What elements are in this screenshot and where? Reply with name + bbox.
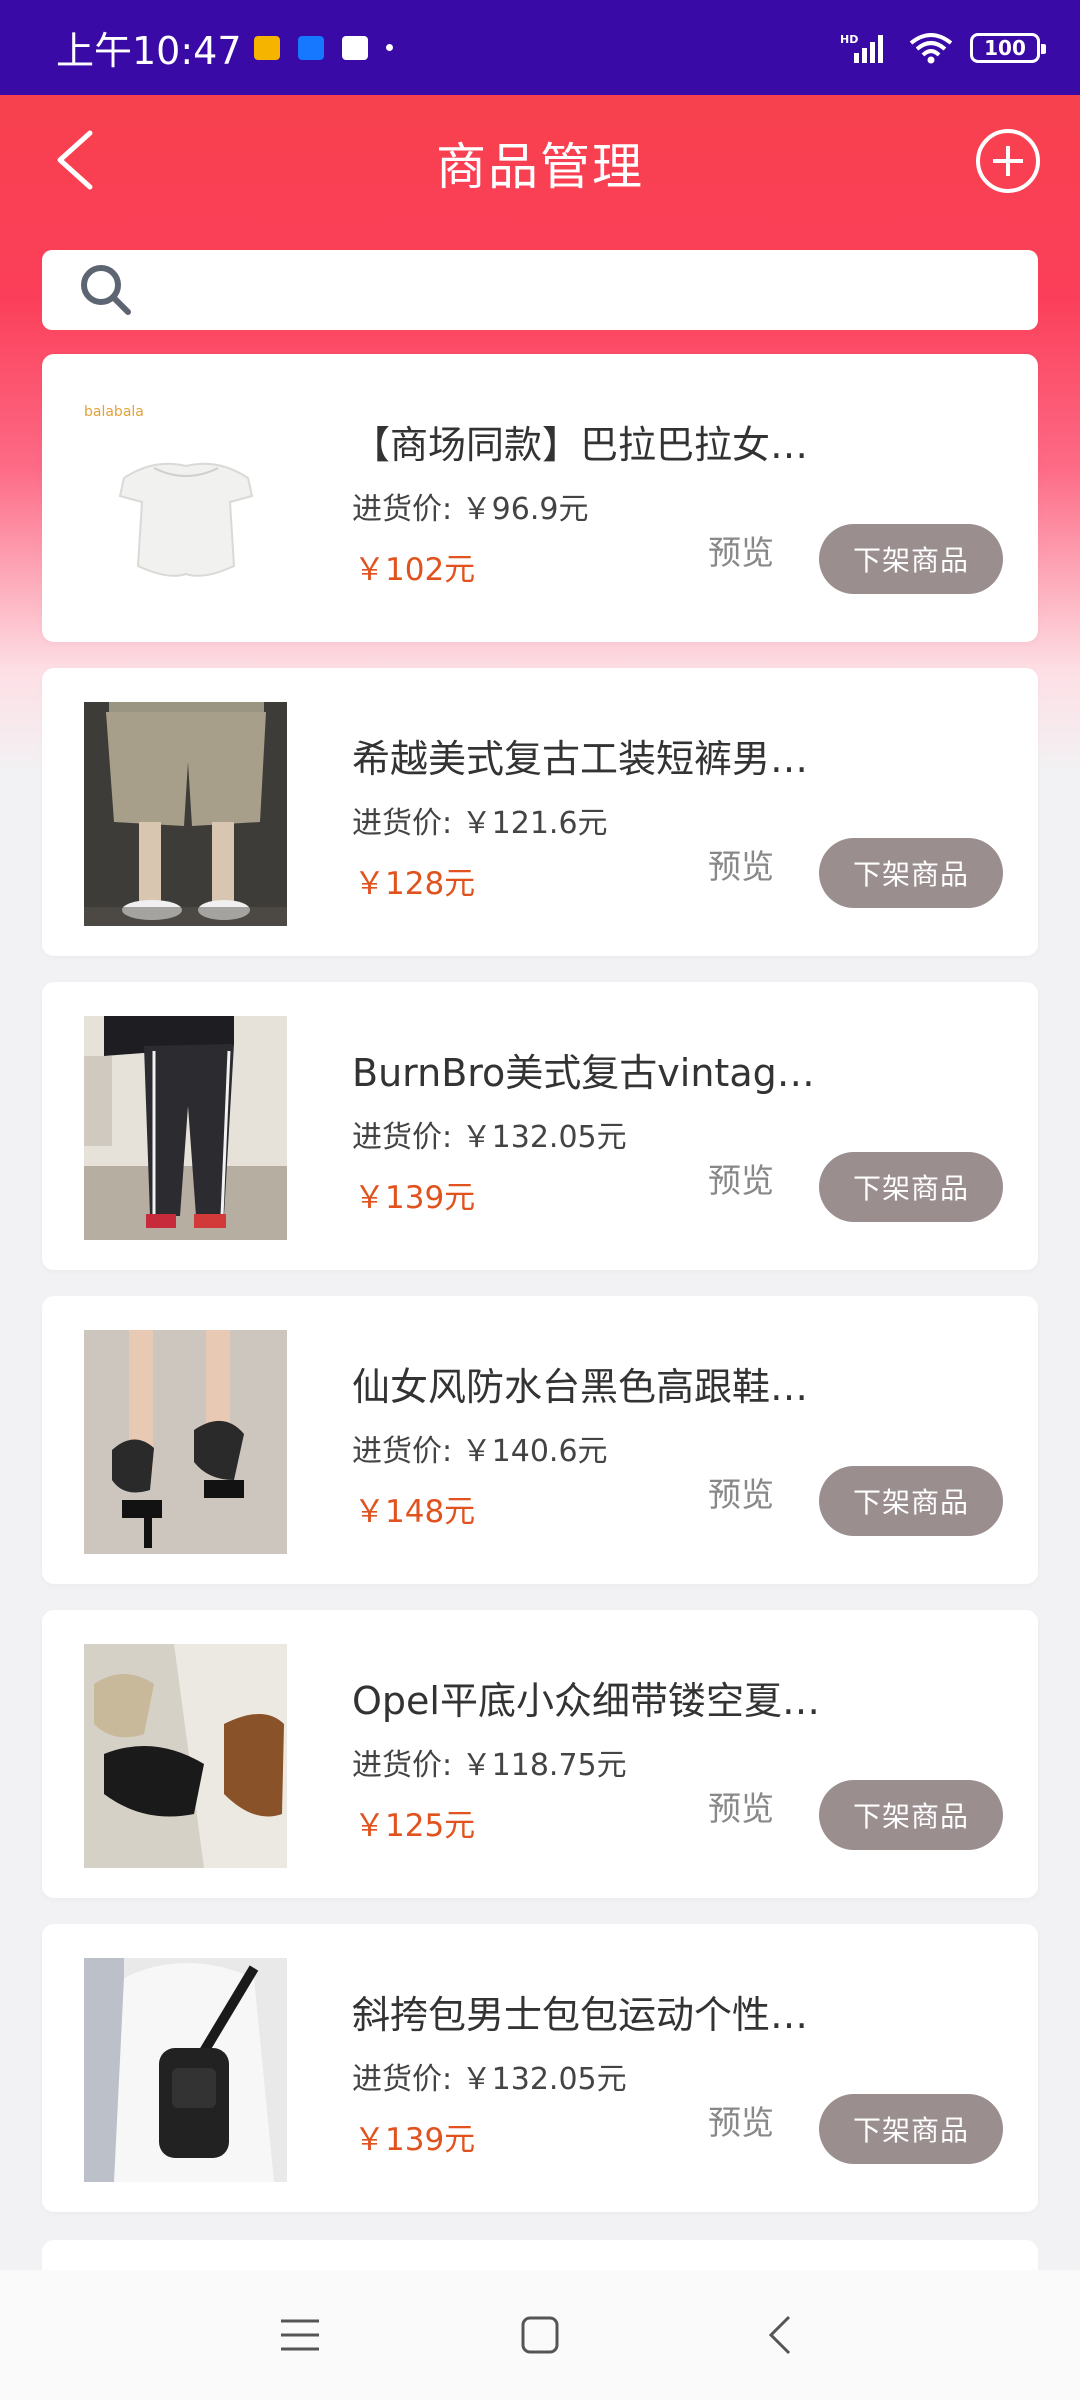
product-image	[84, 1330, 287, 1554]
product-cost: 进货价: ￥121.6元	[352, 806, 608, 841]
product-cost: 进货价: ￥132.05元	[352, 1120, 627, 1155]
product-image	[84, 1958, 287, 2182]
product-image	[84, 1016, 287, 1240]
message-icon	[253, 35, 280, 60]
screen: 上午10:47 HD 100 商品管理 balabala 【商场同款】巴拉巴拉女…	[0, 0, 1080, 2400]
product-price: ￥125元	[354, 1808, 476, 1844]
menu-button[interactable]	[270, 2305, 330, 2365]
status-time: 上午10:47	[56, 29, 242, 73]
delist-button[interactable]: 下架商品	[819, 524, 1003, 594]
back-button[interactable]	[750, 2305, 810, 2365]
product-card[interactable]: balabala 【商场同款】巴拉巴拉女… 进货价: ￥96.9元 ￥102元 …	[42, 354, 1038, 642]
preview-button[interactable]: 预览	[708, 526, 774, 574]
product-price: ￥128元	[354, 866, 476, 902]
product-image	[84, 1644, 287, 1868]
preview-button[interactable]: 预览	[708, 1782, 774, 1830]
app-icon	[341, 35, 368, 60]
search-icon	[81, 265, 131, 315]
signal-icon: HD	[840, 33, 883, 63]
home-icon	[521, 2316, 559, 2354]
search-input[interactable]	[134, 250, 1038, 330]
product-list: balabala 【商场同款】巴拉巴拉女… 进货价: ￥96.9元 ￥102元 …	[42, 354, 1038, 2238]
add-product-button[interactable]	[976, 129, 1040, 193]
product-card[interactable]: 仙女风防水台黑色高跟鞋… 进货价: ￥140.6元 ￥148元 预览 下架商品	[42, 1296, 1038, 1584]
status-right: HD 100	[840, 31, 1046, 65]
product-image	[84, 702, 287, 926]
product-price: ￥139元	[354, 2122, 476, 2158]
product-price: ￥139元	[354, 1180, 476, 1216]
brand-logo: balabala	[84, 404, 144, 420]
product-image: balabala	[84, 388, 287, 612]
battery-icon: 100	[970, 32, 1046, 63]
product-card[interactable]: Opel平底小众细带镂空夏… 进货价: ￥118.75元 ￥125元 预览 下架…	[42, 1610, 1038, 1898]
product-title: BurnBro美式复古vintage…	[352, 1051, 832, 1095]
status-bar: 上午10:47 HD 100	[0, 0, 1080, 95]
product-title: 仙女风防水台黑色高跟鞋…	[352, 1365, 809, 1409]
product-price: ￥102元	[354, 552, 476, 588]
preview-button[interactable]: 预览	[708, 2096, 774, 2144]
delist-button[interactable]: 下架商品	[819, 838, 1003, 908]
product-card[interactable]: 斜挎包男士包包运动个性… 进货价: ￥132.05元 ￥139元 预览 下架商品	[42, 1924, 1038, 2212]
product-price: ￥148元	[354, 1494, 476, 1530]
product-title: 【商场同款】巴拉巴拉女…	[352, 423, 809, 467]
dot-icon	[385, 44, 393, 51]
product-cost: 进货价: ￥118.75元	[352, 1748, 627, 1783]
delist-button[interactable]: 下架商品	[819, 1152, 1003, 1222]
delist-button[interactable]: 下架商品	[819, 2094, 1003, 2164]
menu-icon	[281, 2319, 319, 2351]
system-nav-bar	[0, 2270, 1080, 2400]
preview-button[interactable]: 预览	[708, 840, 774, 888]
product-cost: 进货价: ￥96.9元	[352, 492, 589, 527]
product-title: 希越美式复古工装短裤男…	[352, 737, 809, 781]
alipay-icon	[297, 35, 324, 60]
delist-button[interactable]: 下架商品	[819, 1780, 1003, 1850]
search-bar[interactable]	[42, 250, 1038, 330]
battery-level: 100	[984, 35, 1026, 60]
product-title: Opel平底小众细带镂空夏…	[352, 1679, 820, 1723]
wifi-icon	[909, 32, 953, 63]
preview-button[interactable]: 预览	[708, 1154, 774, 1202]
notification-icons	[253, 35, 393, 60]
product-card[interactable]: BurnBro美式复古vintage… 进货价: ￥132.05元 ￥139元 …	[42, 982, 1038, 1270]
product-cost: 进货价: ￥132.05元	[352, 2062, 627, 2097]
back-icon[interactable]	[48, 125, 108, 195]
preview-button[interactable]: 预览	[708, 1468, 774, 1516]
page-title: 商品管理	[436, 137, 644, 196]
home-button[interactable]	[510, 2305, 570, 2365]
product-title: 斜挎包男士包包运动个性…	[352, 1993, 809, 2037]
delist-button[interactable]: 下架商品	[819, 1466, 1003, 1536]
svg-text:HD: HD	[840, 33, 858, 46]
product-cost: 进货价: ￥140.6元	[352, 1434, 608, 1469]
header: 商品管理	[0, 95, 1080, 230]
product-card[interactable]: 希越美式复古工装短裤男… 进货价: ￥121.6元 ￥128元 预览 下架商品	[42, 668, 1038, 956]
back-nav-icon	[768, 2315, 791, 2355]
